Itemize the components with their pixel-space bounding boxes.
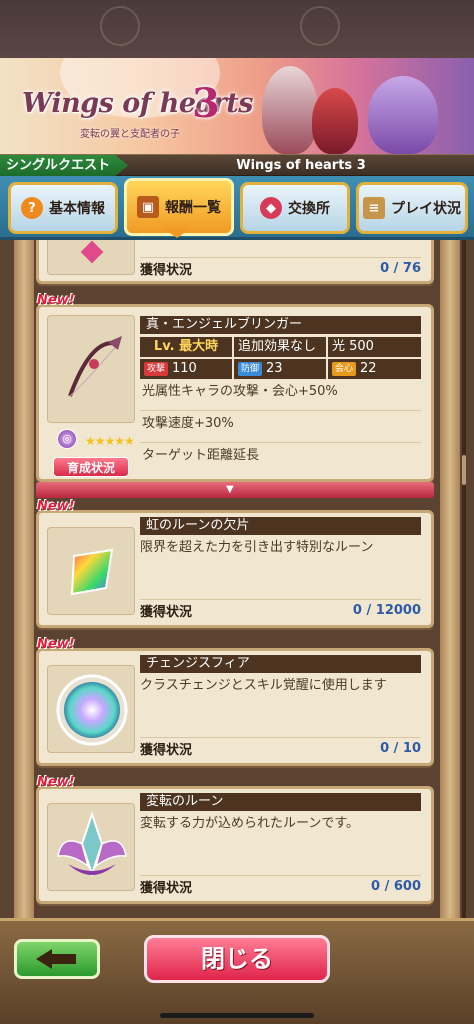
active-tab-pointer [163, 228, 191, 238]
exchange-icon: ◆ [260, 197, 282, 219]
item-thumbnail[interactable] [47, 803, 135, 891]
quest-type-badge: シングルクエスト [0, 155, 128, 176]
item-thumbnail[interactable] [47, 527, 135, 615]
close-button[interactable]: 閉じる [144, 935, 330, 983]
event-title: Wings of hearts 3 [236, 158, 366, 173]
effect-line: 攻撃速度+30% [140, 413, 421, 443]
tab-basic-info[interactable]: ? 基本情報 [8, 182, 118, 234]
decorative-ring [100, 6, 140, 46]
attack-stat: 攻撃 110 [140, 359, 232, 379]
tab-label: 基本情報 [49, 201, 105, 217]
stat-row-2: 攻撃 110 防御 23 会心 22 [140, 359, 421, 379]
reward-card: 獲得状況 0 / 76 [36, 240, 434, 284]
rarity-stars: ★★★★★ [85, 434, 135, 448]
new-tag: New! [37, 775, 75, 790]
new-tag: New! [37, 293, 75, 308]
acquire-value: 0 / 600 [371, 879, 421, 894]
banner-subtitle: 変転の翼と支配者の子 [80, 129, 180, 140]
gem-icon [80, 240, 104, 264]
left-rail [14, 240, 34, 918]
reward-card: New! チェンジスフィア クラスチェンジとスキル覚醒に使用します 獲得状況 0… [36, 637, 434, 766]
acquire-value: 0 / 12000 [352, 603, 421, 618]
crit-stat: 会心 22 [328, 359, 421, 379]
tab-label: 交換所 [288, 201, 330, 217]
sphere-icon [56, 674, 128, 746]
crit-value: 22 [360, 361, 377, 376]
item-name: 変転のルーン [140, 793, 421, 811]
chevron-down-icon: ▼ [226, 484, 234, 495]
arrow-left-icon [36, 949, 78, 969]
collapse-toggle[interactable]: ▼ [36, 482, 434, 498]
defense-stat: 防御 23 [234, 359, 326, 379]
title-bar: シングルクエスト Wings of hearts 3 [0, 154, 474, 176]
new-tag: New! [37, 637, 75, 652]
reward-card-equipment: New! ◎ ★★★★★ 育成状況 真・エンジェルブリンガー Lv. 最大時 追… [36, 293, 434, 482]
attack-badge: 攻撃 [144, 362, 169, 376]
decorative-ring [300, 6, 340, 46]
element-stat: 光 500 [328, 337, 421, 357]
training-status-button[interactable]: 育成状況 [53, 457, 129, 477]
status-bar [0, 0, 474, 58]
tab-exchange[interactable]: ◆ 交換所 [240, 182, 350, 234]
item-thumbnail [47, 240, 135, 275]
effect-line: ターゲット距離延長 [142, 448, 260, 463]
new-tag: New! [37, 499, 75, 514]
scrollbar-thumb[interactable] [462, 455, 466, 485]
character-art [262, 66, 318, 154]
bow-icon [68, 336, 122, 397]
tab-play-status[interactable]: ≡ プレイ状況 [356, 182, 468, 234]
back-button[interactable] [14, 939, 100, 979]
item-description: 限界を超えた力を引き出す特別なルーン [140, 540, 374, 555]
effect-line: 光属性キャラの攻撃・会心+50% [140, 381, 421, 411]
defense-value: 23 [266, 361, 283, 376]
acquire-value: 0 / 10 [380, 741, 421, 756]
acquire-value: 0 / 76 [380, 261, 421, 276]
item-thumbnail[interactable] [47, 315, 135, 423]
item-description: 変転する力が込められたルーンです。 [140, 816, 360, 831]
item-thumbnail[interactable] [47, 665, 135, 753]
attack-value: 110 [172, 361, 197, 376]
reward-card: New! 虹のルーンの欠片 限界を超えた力を引き出す特別なルーン 獲得状況 0 … [36, 499, 434, 628]
right-rail [440, 240, 460, 918]
scrollbar-track[interactable] [462, 240, 466, 918]
acquire-label: 獲得状況 [140, 605, 193, 620]
acquire-status-row: 獲得状況 0 / 600 [140, 875, 421, 897]
character-art [368, 76, 438, 154]
tab-label: 報酬一覧 [165, 200, 221, 216]
item-name: 虹のルーンの欠片 [140, 517, 421, 535]
crit-badge: 会心 [332, 362, 357, 376]
item-description: クラスチェンジとスキル覚醒に使用します [140, 678, 387, 693]
acquire-status-row: 獲得状況 0 / 10 [140, 737, 421, 759]
acquire-status-row: 獲得状況 0 / 76 [140, 257, 421, 279]
item-name: 真・エンジェルブリンガー [140, 316, 421, 334]
tab-bar: ? 基本情報 ▣ 報酬一覧 ◆ 交換所 ≡ プレイ状況 [0, 176, 474, 240]
acquire-label: 獲得状況 [140, 743, 193, 758]
acquire-status-row: 獲得状況 0 / 12000 [140, 599, 421, 621]
level-label: Lv. 最大時 [140, 337, 232, 357]
banner-logo-number: 3 [192, 80, 220, 127]
stat-row-1: Lv. 最大時 追加効果なし 光 500 [140, 337, 421, 357]
reward-list[interactable]: 獲得状況 0 / 76 New! ◎ ★★★★★ 育成状況 真・エンジェルブリン… [0, 240, 474, 918]
light-element-icon: ◎ [57, 429, 77, 449]
acquire-label: 獲得状況 [140, 881, 193, 896]
treasure-chest-icon: ▣ [137, 196, 159, 218]
defense-badge: 防御 [238, 362, 263, 376]
home-indicator[interactable] [160, 1013, 314, 1018]
scroll-icon: ≡ [363, 197, 385, 219]
acquire-label: 獲得状況 [140, 263, 193, 278]
tab-label: プレイ状況 [391, 201, 461, 217]
item-name: チェンジスフィア [140, 655, 421, 673]
footer: 閉じる [0, 918, 474, 1024]
character-art [312, 88, 358, 154]
extra-effect: 追加効果なし [234, 337, 326, 357]
event-banner: Wings of hearts 3 変転の翼と支配者の子 [0, 58, 474, 154]
rainbow-rune-icon [70, 548, 114, 596]
question-icon: ? [21, 197, 43, 219]
rune-icon [57, 810, 127, 878]
reward-card: New! 変転のルーン 変転する力が込められたルーンです。 獲得状況 0 / 6… [36, 775, 434, 904]
